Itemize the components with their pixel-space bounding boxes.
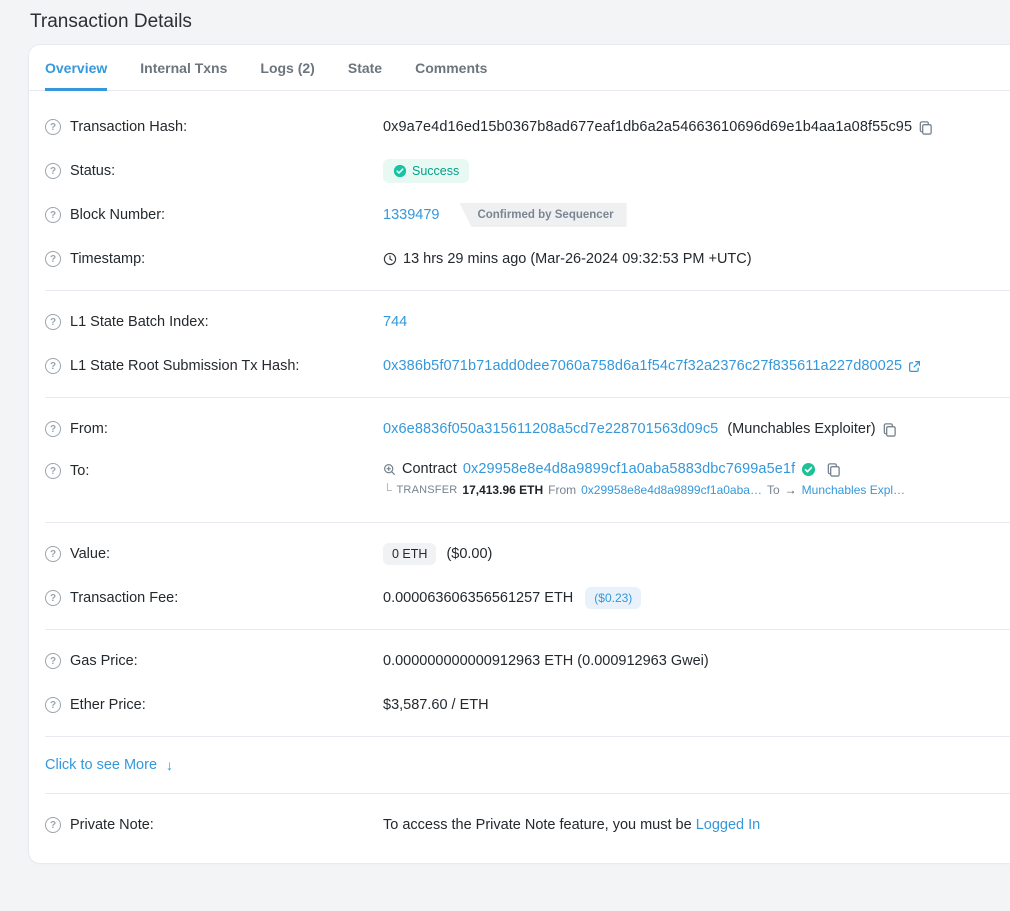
row-transaction-hash: ? Transaction Hash: 0x9a7e4d16ed15b0367b…: [45, 105, 1010, 149]
transfer-from-label: From: [548, 483, 576, 497]
help-icon[interactable]: ?: [45, 314, 61, 330]
private-note-text: To access the Private Note feature, you …: [383, 817, 692, 833]
help-icon[interactable]: ?: [45, 590, 61, 606]
l1-batch-index-label: L1 State Batch Index:: [70, 314, 209, 330]
status-label: Status:: [70, 163, 115, 179]
from-name-tag: (Munchables Exploiter): [727, 421, 875, 437]
copy-icon[interactable]: [882, 422, 897, 437]
help-icon[interactable]: ?: [45, 119, 61, 135]
row-block-number: ? Block Number: 1339479 Confirmed by Seq…: [45, 193, 1010, 237]
l1-root-hash-link[interactable]: 0x386b5f071b71add0dee7060a758d6a1f54c7f3…: [383, 358, 902, 374]
corner-branch-icon: └: [383, 483, 392, 497]
from-address-link[interactable]: 0x6e8836f050a315611208a5cd7e228701563d09…: [383, 421, 718, 437]
gas-price-label: Gas Price:: [70, 653, 138, 669]
help-icon[interactable]: ?: [45, 358, 61, 374]
clock-icon: [383, 252, 397, 266]
transfer-to-label: To: [767, 483, 780, 497]
row-gas-price: ? Gas Price: 0.000000000000912963 ETH (0…: [45, 639, 1010, 683]
transfer-to-name-link[interactable]: Munchables Expl…: [802, 483, 905, 497]
transaction-fee-label: Transaction Fee:: [70, 590, 178, 606]
help-icon[interactable]: ?: [45, 546, 61, 562]
tab-internal-txns[interactable]: Internal Txns: [140, 45, 227, 91]
row-value: ? Value: 0 ETH ($0.00): [45, 532, 1010, 576]
contract-verified-icon: [801, 462, 816, 477]
transaction-fee-usd-badge: ($0.23): [585, 587, 641, 609]
arrow-right-icon: →: [785, 483, 797, 497]
success-check-icon: [393, 164, 407, 178]
private-note-label: Private Note:: [70, 817, 154, 833]
to-address-link[interactable]: 0x29958e8e4d8a9899cf1a0aba5883dbc7699a5e…: [463, 461, 795, 477]
section-divider: [45, 629, 1010, 630]
help-icon[interactable]: ?: [45, 817, 61, 833]
see-more-link[interactable]: Click to see More: [45, 757, 157, 773]
internal-transfer-line: └ TRANSFER 17,413.96 ETH From 0x29958e8e…: [383, 483, 905, 497]
external-link-icon[interactable]: [908, 360, 921, 373]
help-icon[interactable]: ?: [45, 463, 61, 479]
transaction-details-card: Overview Internal Txns Logs (2) State Co…: [28, 44, 1010, 864]
help-icon[interactable]: ?: [45, 697, 61, 713]
section-divider: [45, 397, 1010, 398]
help-icon[interactable]: ?: [45, 251, 61, 267]
row-transaction-fee: ? Transaction Fee: 0.000063606356561257 …: [45, 576, 1010, 620]
overview-panel: ? Transaction Hash: 0x9a7e4d16ed15b0367b…: [29, 91, 1010, 863]
tab-state[interactable]: State: [348, 45, 382, 91]
tab-logs[interactable]: Logs (2): [260, 45, 314, 91]
section-divider: [45, 793, 1010, 794]
block-number-label: Block Number:: [70, 207, 165, 223]
value-label: Value:: [70, 546, 110, 562]
ether-price-label: Ether Price:: [70, 697, 146, 713]
logged-in-link[interactable]: Logged In: [696, 817, 761, 833]
copy-icon[interactable]: [826, 462, 841, 477]
gas-price-value: 0.000000000000912963 ETH (0.000912963 Gw…: [383, 653, 709, 669]
row-l1-state-root-tx-hash: ? L1 State Root Submission Tx Hash: 0x38…: [45, 344, 1010, 388]
value-usd: ($0.00): [446, 546, 492, 562]
l1-batch-index-link[interactable]: 744: [383, 314, 407, 330]
page-title: Transaction Details: [0, 0, 1010, 44]
section-divider: [45, 522, 1010, 523]
timestamp-value: 13 hrs 29 mins ago (Mar-26-2024 09:32:53…: [403, 251, 752, 267]
tab-comments[interactable]: Comments: [415, 45, 487, 91]
timestamp-label: Timestamp:: [70, 251, 145, 267]
section-divider: [45, 290, 1010, 291]
help-icon[interactable]: ?: [45, 207, 61, 223]
tab-overview[interactable]: Overview: [45, 45, 107, 91]
status-badge: Success: [383, 159, 469, 183]
copy-icon[interactable]: [918, 120, 933, 135]
row-l1-state-batch-index: ? L1 State Batch Index: 744: [45, 300, 1010, 344]
section-divider: [45, 736, 1010, 737]
transfer-from-address-link[interactable]: 0x29958e8e4d8a9899cf1a0aba…: [581, 483, 762, 497]
row-from: ? From: 0x6e8836f050a315611208a5cd7e2287…: [45, 407, 1010, 451]
help-icon[interactable]: ?: [45, 653, 61, 669]
transfer-type: TRANSFER: [397, 484, 458, 496]
row-timestamp: ? Timestamp: 13 hrs 29 mins ago (Mar-26-…: [45, 237, 1010, 281]
help-icon[interactable]: ?: [45, 421, 61, 437]
transaction-fee-value: 0.000063606356561257 ETH: [383, 590, 573, 606]
value-eth-badge: 0 ETH: [383, 543, 436, 565]
row-to: ? To: Contract 0x29958e8e4d8a9899cf1a0ab…: [45, 451, 1010, 513]
confirmed-by-sequencer-badge: Confirmed by Sequencer: [459, 203, 626, 227]
to-label: To:: [70, 463, 89, 479]
row-private-note: ? Private Note: To access the Private No…: [45, 803, 1010, 847]
transaction-hash-value: 0x9a7e4d16ed15b0367b8ad677eaf1db6a2a5466…: [383, 119, 912, 135]
row-ether-price: ? Ether Price: $3,587.60 / ETH: [45, 683, 1010, 727]
transfer-amount: 17,413.96 ETH: [462, 483, 543, 497]
tab-bar: Overview Internal Txns Logs (2) State Co…: [29, 45, 1010, 91]
transaction-hash-label: Transaction Hash:: [70, 119, 187, 135]
block-number-link[interactable]: 1339479: [383, 207, 439, 223]
magnifier-icon[interactable]: [383, 463, 396, 476]
row-status: ? Status: Success: [45, 149, 1010, 193]
l1-root-hash-label: L1 State Root Submission Tx Hash:: [70, 358, 299, 374]
help-icon[interactable]: ?: [45, 163, 61, 179]
to-contract-prefix: Contract: [402, 461, 457, 477]
row-see-more: Click to see More ↓: [45, 746, 1010, 784]
down-arrow-icon[interactable]: ↓: [166, 757, 173, 773]
ether-price-value: $3,587.60 / ETH: [383, 697, 489, 713]
from-label: From:: [70, 421, 108, 437]
